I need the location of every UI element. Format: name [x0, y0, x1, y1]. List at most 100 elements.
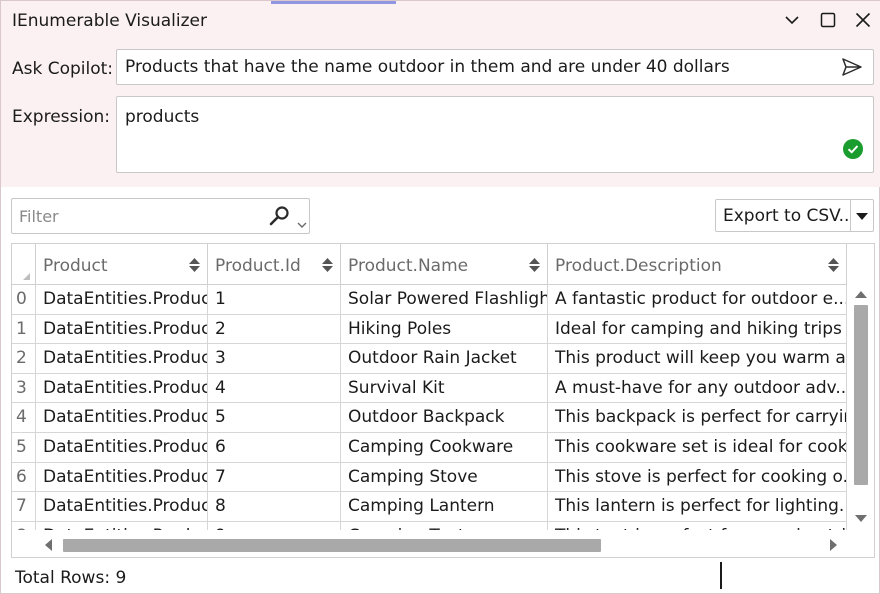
cell-product[interactable]: DataEntities.Product	[36, 373, 208, 404]
cell-product-id[interactable]: 8	[208, 492, 341, 522]
ask-copilot-input[interactable]: Products that have the name outdoor in t…	[116, 49, 874, 85]
cell-product-id[interactable]: 4	[208, 373, 341, 404]
column-header-product[interactable]: Product	[36, 244, 208, 285]
cell-product-id[interactable]: 2	[208, 314, 341, 345]
cell-product-description[interactable]: This lantern is perfect for lighting...	[548, 492, 847, 522]
row-index: 3	[12, 373, 36, 404]
cell-product-name[interactable]: Outdoor Rain Jacket	[341, 344, 548, 374]
cell-product-name[interactable]: Camping Tent	[341, 521, 548, 530]
cell-product[interactable]: DataEntities.Product	[36, 433, 208, 463]
row-index: 6	[12, 462, 36, 493]
cell-product-description[interactable]: A fantastic product for outdoor e...	[548, 285, 847, 315]
column-header-product-id[interactable]: Product.Id	[208, 244, 341, 285]
column-header-label: Product.Description	[555, 256, 722, 276]
caret-down-icon	[297, 222, 307, 228]
results-grid: Product Product.Id Product.Name Product.…	[11, 243, 875, 558]
close-button[interactable]	[850, 7, 876, 33]
cell-product-name[interactable]: Camping Lantern	[341, 492, 548, 522]
table-row[interactable]: 7 DataEntities.Product 8 Camping Lantern…	[12, 492, 847, 522]
vertical-scrollbar[interactable]	[852, 285, 872, 530]
maximize-button[interactable]	[815, 7, 841, 33]
cell-product[interactable]: DataEntities.Product	[36, 285, 208, 315]
table-row[interactable]: 2 DataEntities.Product 3 Outdoor Rain Ja…	[12, 344, 847, 374]
cell-product-description[interactable]: This cookware set is ideal for cook...	[548, 433, 847, 463]
close-icon	[855, 12, 871, 28]
cell-product-description[interactable]: Ideal for camping and hiking trips	[548, 314, 847, 345]
sort-icon	[189, 258, 200, 272]
dropdown-arrow-icon	[856, 213, 868, 220]
scroll-up-arrow-icon[interactable]	[855, 291, 867, 298]
scroll-right-arrow-icon[interactable]	[830, 539, 837, 551]
cell-product-id[interactable]: 3	[208, 344, 341, 374]
scroll-left-arrow-icon[interactable]	[45, 539, 52, 551]
cell-product-id[interactable]: 7	[208, 462, 341, 493]
chevron-down-icon	[785, 16, 799, 25]
export-csv-label: Export to CSV...	[723, 206, 855, 226]
parent-window-accent	[271, 1, 396, 4]
table-row[interactable]: 4 DataEntities.Product 5 Outdoor Backpac…	[12, 403, 847, 433]
maximize-icon	[820, 12, 836, 28]
cell-product-name[interactable]: Outdoor Backpack	[341, 403, 548, 433]
cell-product-id[interactable]: 1	[208, 285, 341, 315]
cell-product-description[interactable]: A must-have for any outdoor adv...	[548, 373, 847, 404]
table-row[interactable]: 0 DataEntities.Product 1 Solar Powered F…	[12, 285, 847, 315]
corner-triangle-icon	[23, 273, 30, 280]
expression-value: products	[125, 107, 200, 127]
filter-search-button[interactable]	[268, 205, 290, 231]
table-row[interactable]: 6 DataEntities.Product 7 Camping Stove T…	[12, 462, 847, 493]
table-row[interactable]: 1 DataEntities.Product 2 Hiking Poles Id…	[12, 314, 847, 345]
column-header-product-name[interactable]: Product.Name	[341, 244, 548, 285]
column-header-product-description[interactable]: Product.Description	[548, 244, 847, 285]
cell-product[interactable]: DataEntities.Product	[36, 521, 208, 530]
expression-input[interactable]: products	[116, 96, 874, 173]
select-all-corner[interactable]	[12, 244, 36, 285]
cell-product-name[interactable]: Camping Stove	[341, 462, 548, 493]
expression-label: Expression:	[12, 107, 111, 127]
collapse-button[interactable]	[779, 7, 805, 33]
cell-product-id[interactable]: 6	[208, 433, 341, 463]
table-row[interactable]: 5 DataEntities.Product 6 Camping Cookwar…	[12, 433, 847, 463]
cell-product[interactable]: DataEntities.Product	[36, 492, 208, 522]
cell-product-description[interactable]: This backpack is perfect for carryin...	[548, 403, 847, 433]
filter-input[interactable]: Filter	[11, 198, 310, 234]
row-index: 1	[12, 314, 36, 345]
cell-product[interactable]: DataEntities.Product	[36, 403, 208, 433]
table-row[interactable]: 3 DataEntities.Product 4 Survival Kit A …	[12, 373, 847, 404]
cell-product-name[interactable]: Hiking Poles	[341, 314, 548, 345]
check-circle-icon	[843, 139, 863, 159]
cell-product-name[interactable]: Survival Kit	[341, 373, 548, 404]
filter-placeholder: Filter	[19, 207, 59, 226]
send-icon	[842, 58, 862, 76]
horizontal-scroll-thumb[interactable]	[63, 539, 601, 552]
cell-product-name[interactable]: Solar Powered Flashlight	[341, 285, 548, 315]
scroll-down-arrow-icon[interactable]	[855, 515, 867, 522]
cell-product-description[interactable]: This tent is perfect for camping tri...	[548, 521, 847, 530]
cell-product-name[interactable]: Camping Cookware	[341, 433, 548, 463]
sort-icon	[828, 258, 839, 272]
export-csv-button[interactable]: Export to CSV...	[715, 199, 855, 232]
cell-product-description[interactable]: This product will keep you warm a...	[548, 344, 847, 374]
filter-options-button[interactable]	[297, 213, 307, 232]
query-panel: IEnumerable Visualizer Ask Copilot: Prod…	[1, 1, 880, 187]
sort-icon	[529, 258, 540, 272]
sort-icon	[322, 258, 333, 272]
export-dropdown-button[interactable]	[851, 199, 874, 232]
search-icon	[269, 206, 289, 226]
cell-product[interactable]: DataEntities.Product	[36, 314, 208, 345]
expression-valid-status	[843, 139, 863, 163]
row-index: 4	[12, 403, 36, 433]
cell-product[interactable]: DataEntities.Product	[36, 344, 208, 374]
row-index: 7	[12, 492, 36, 522]
cell-product-id[interactable]: 5	[208, 403, 341, 433]
horizontal-scrollbar[interactable]	[36, 534, 851, 556]
vertical-scroll-thumb[interactable]	[854, 305, 868, 485]
cell-product-id[interactable]: 9	[208, 521, 341, 530]
grid-header: Product Product.Id Product.Name Product.…	[12, 244, 847, 285]
table-row[interactable]: 8 DataEntities.Product 9 Camping Tent Th…	[12, 521, 847, 530]
grid-body: 0 DataEntities.Product 1 Solar Powered F…	[12, 285, 847, 530]
status-divider	[720, 562, 722, 589]
row-index: 2	[12, 344, 36, 374]
send-button[interactable]	[841, 57, 863, 81]
cell-product-description[interactable]: This stove is perfect for cooking o...	[548, 462, 847, 493]
cell-product[interactable]: DataEntities.Product	[36, 462, 208, 493]
